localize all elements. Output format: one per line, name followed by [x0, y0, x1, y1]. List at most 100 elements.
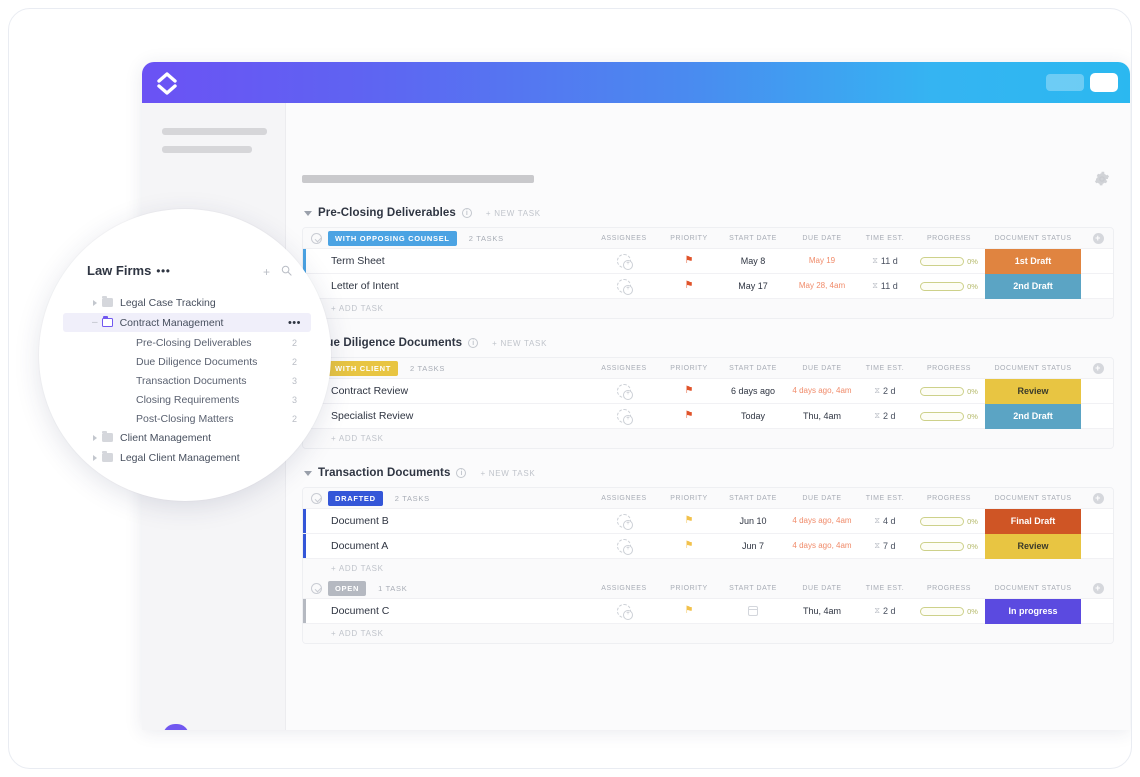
document-status-badge[interactable]: Review	[985, 378, 1081, 404]
clickup-logo-icon[interactable]	[154, 70, 180, 96]
column-header-document-status[interactable]: DOCUMENT STATUS	[983, 235, 1083, 242]
task-row[interactable]: Specialist Review ⚑ Today Thu, 4am ⧖2 d 0% 2nd…	[303, 403, 1113, 429]
priority-flag-icon[interactable]: ⚑	[685, 606, 694, 616]
document-status-badge[interactable]: 1st Draft	[985, 248, 1081, 274]
progress-cell[interactable]: 0%	[920, 606, 978, 616]
document-status-badge[interactable]: 2nd Draft	[985, 403, 1081, 429]
progress-cell[interactable]: 0%	[920, 386, 978, 396]
time-estimate-cell[interactable]: ⧖ 7 d	[874, 541, 895, 551]
column-header-start-date[interactable]: START DATE	[717, 495, 789, 502]
due-date-value[interactable]: May 19	[809, 256, 835, 265]
topbar-action-chip[interactable]	[1090, 73, 1118, 92]
sidebar-item-legal-client-management[interactable]: Legal Client Management	[63, 448, 311, 467]
task-name[interactable]: Document B	[303, 515, 587, 527]
task-group-header[interactable]: Transaction Documents i + NEW TASK	[302, 463, 1114, 483]
start-date-cell[interactable]: Jun 10	[717, 516, 789, 526]
sidebar-item-menu-icon[interactable]: •••	[288, 317, 301, 329]
task-row[interactable]: Document A ⚑ Jun 7 4 days ago, 4am ⧖7 d 0% Rev…	[303, 533, 1113, 559]
new-task-button[interactable]: + NEW TASK	[492, 339, 547, 348]
document-status-badge[interactable]: In progress	[985, 598, 1081, 624]
time-estimate-cell[interactable]: ⧖ 11 d	[872, 256, 897, 266]
status-badge[interactable]: WITH OPPOSING COUNSEL	[328, 230, 457, 246]
status-subgroup-header[interactable]: DRAFTED 2 TASKS ASSIGNEES PRIORITY START DAT…	[303, 488, 1113, 509]
due-date-value[interactable]: 4 days ago, 4am	[792, 386, 851, 395]
time-estimate-cell[interactable]: ⧖ 2 d	[874, 386, 895, 396]
add-task-button[interactable]: + ADD TASK	[303, 429, 1113, 448]
column-header-time-est[interactable]: TIME EST.	[855, 235, 915, 242]
info-icon[interactable]: i	[461, 208, 472, 218]
start-date-value[interactable]: May 8	[741, 256, 766, 266]
column-header-due-date[interactable]: DUE DATE	[789, 585, 855, 592]
add-column-button[interactable]: +	[1092, 583, 1104, 594]
task-row[interactable]: Document C ⚑ Thu, 4am ⧖2 d 0% In progress	[303, 598, 1113, 624]
start-date-value[interactable]: Jun 10	[739, 516, 766, 526]
status-subgroup-header[interactable]: WITH OPPOSING COUNSEL 2 TASKS ASSIGNEES PRI…	[303, 228, 1113, 249]
gear-icon[interactable]	[1094, 171, 1110, 187]
due-date-value[interactable]: Thu, 4am	[803, 411, 841, 421]
assignee-avatar[interactable]	[617, 514, 633, 530]
time-estimate-cell[interactable]: ⧖ 11 d	[872, 281, 897, 291]
task-name[interactable]: Letter of Intent	[303, 280, 587, 292]
document-status-badge[interactable]: 2nd Draft	[985, 273, 1081, 299]
priority-flag-icon[interactable]: ⚑	[685, 516, 694, 526]
add-task-button[interactable]: + ADD TASK	[303, 624, 1113, 643]
chat-bubble-icon[interactable]: •••	[163, 724, 189, 730]
new-task-button[interactable]: + NEW TASK	[480, 469, 535, 478]
progress-cell[interactable]: 0%	[920, 281, 978, 291]
search-icon[interactable]	[281, 265, 292, 276]
priority-flag-icon[interactable]: ⚑	[685, 386, 694, 396]
column-header-priority[interactable]: PRIORITY	[661, 365, 717, 372]
due-date-value[interactable]: 4 days ago, 4am	[792, 516, 851, 525]
assignee-avatar[interactable]	[617, 604, 633, 620]
assignee-avatar[interactable]	[617, 539, 633, 555]
priority-flag-icon[interactable]: ⚑	[685, 281, 694, 291]
start-date-value[interactable]: 6 days ago	[731, 386, 775, 396]
time-estimate-cell[interactable]: ⧖ 2 d	[874, 606, 895, 616]
due-date-value[interactable]: 4 days ago, 4am	[792, 541, 851, 550]
task-name[interactable]: Contract Review	[303, 385, 587, 397]
column-header-due-date[interactable]: DUE DATE	[789, 235, 855, 242]
document-status-badge[interactable]: Review	[985, 533, 1081, 559]
task-row[interactable]: Term Sheet ⚑ May 8 May 19 ⧖11 d 0% 1st Draft	[303, 248, 1113, 274]
progress-cell[interactable]: 0%	[920, 541, 978, 551]
column-header-due-date[interactable]: DUE DATE	[789, 495, 855, 502]
column-header-progress[interactable]: PROGRESS	[915, 365, 983, 372]
sidebar-item-due-diligence-documents[interactable]: Due Diligence Documents 2	[63, 352, 311, 371]
chevron-right-icon[interactable]	[93, 299, 97, 306]
task-group-header[interactable]: Due Diligence Documents i + NEW TASK	[302, 333, 1114, 353]
sidebar-item-client-management[interactable]: Client Management	[63, 428, 311, 447]
sidebar-item-closing-requirements[interactable]: Closing Requirements 3	[63, 390, 311, 409]
column-header-start-date[interactable]: START DATE	[717, 585, 789, 592]
column-header-start-date[interactable]: START DATE	[717, 365, 789, 372]
column-header-priority[interactable]: PRIORITY	[661, 585, 717, 592]
sidebar-item-transaction-documents[interactable]: Transaction Documents 3	[63, 371, 311, 390]
progress-cell[interactable]: 0%	[920, 411, 978, 421]
priority-flag-icon[interactable]: ⚑	[685, 256, 694, 266]
column-header-progress[interactable]: PROGRESS	[915, 585, 983, 592]
start-date-cell[interactable]: Jun 7	[717, 541, 789, 551]
assignee-avatar[interactable]	[617, 279, 633, 295]
column-header-document-status[interactable]: DOCUMENT STATUS	[983, 495, 1083, 502]
task-group-header[interactable]: Pre-Closing Deliverables i + NEW TASK	[302, 203, 1114, 223]
time-estimate-cell[interactable]: ⧖ 4 d	[874, 516, 895, 526]
add-space-button[interactable]: +	[263, 265, 270, 279]
task-name[interactable]: Document A	[303, 540, 587, 552]
column-header-document-status[interactable]: DOCUMENT STATUS	[983, 585, 1083, 592]
chevron-right-icon[interactable]	[93, 454, 97, 461]
collapse-toggle-icon[interactable]	[311, 582, 322, 594]
column-header-assignees[interactable]: ASSIGNEES	[587, 585, 661, 592]
task-row[interactable]: Document B ⚑ Jun 10 4 days ago, 4am ⧖4 d 0% Fi…	[303, 508, 1113, 534]
sidebar-item-legal-case-tracking[interactable]: Legal Case Tracking	[63, 293, 311, 312]
column-header-time-est[interactable]: TIME EST.	[855, 365, 915, 372]
status-badge[interactable]: OPEN	[328, 580, 367, 596]
column-header-start-date[interactable]: START DATE	[717, 235, 789, 242]
status-subgroup-header[interactable]: WITH CLIENT 2 TASKS ASSIGNEES PRIORITY START…	[303, 358, 1113, 379]
calendar-icon[interactable]	[748, 606, 758, 616]
assignee-avatar[interactable]	[617, 254, 633, 270]
workspace-menu-icon[interactable]: •••	[156, 264, 170, 278]
info-icon[interactable]: i	[468, 338, 479, 348]
progress-cell[interactable]: 0%	[920, 256, 978, 266]
start-date-cell[interactable]	[717, 606, 789, 616]
add-column-button[interactable]: +	[1092, 233, 1104, 244]
priority-flag-icon[interactable]: ⚑	[685, 411, 694, 421]
